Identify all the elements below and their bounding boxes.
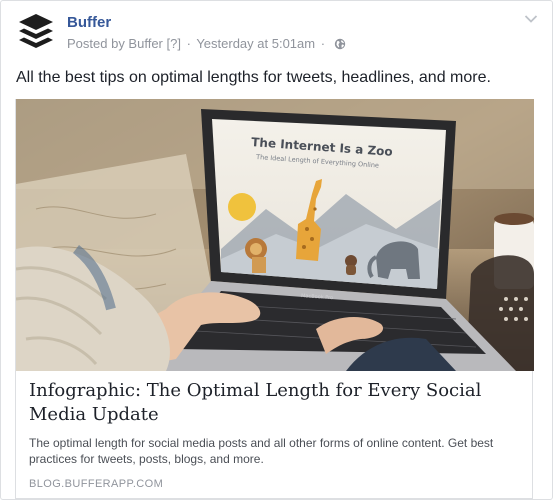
info-marker[interactable]: [?] [167, 36, 181, 51]
post-timestamp[interactable]: Yesterday at 5:01am [196, 36, 315, 51]
posted-by: Posted by Buffer [67, 36, 163, 51]
post-text: All the best tips on optimal lengths for… [16, 69, 491, 86]
post-meta: Posted by Buffer [?] · Yesterday at 5:01… [67, 36, 346, 51]
link-description: The optimal length for social media post… [29, 436, 494, 466]
link-preview-card[interactable]: The Internet Is a Zoo The Ideal Length o… [15, 99, 534, 499]
page-name-link[interactable]: Buffer [67, 14, 111, 31]
meta-separator-2: · [320, 36, 326, 51]
link-title[interactable]: Infographic: The Optimal Length for Ever… [29, 379, 519, 427]
meta-separator: · [186, 36, 191, 51]
globe-icon[interactable] [334, 38, 346, 50]
link-preview-image[interactable]: The Internet Is a Zoo The Ideal Length o… [16, 99, 534, 371]
link-domain: BLOG.BUFFERAPP.COM [29, 478, 164, 490]
chevron-down-icon[interactable] [524, 14, 538, 24]
buffer-logo-avatar[interactable] [15, 10, 57, 52]
facebook-post: Buffer Posted by Buffer [?] · Yesterday … [0, 0, 553, 500]
